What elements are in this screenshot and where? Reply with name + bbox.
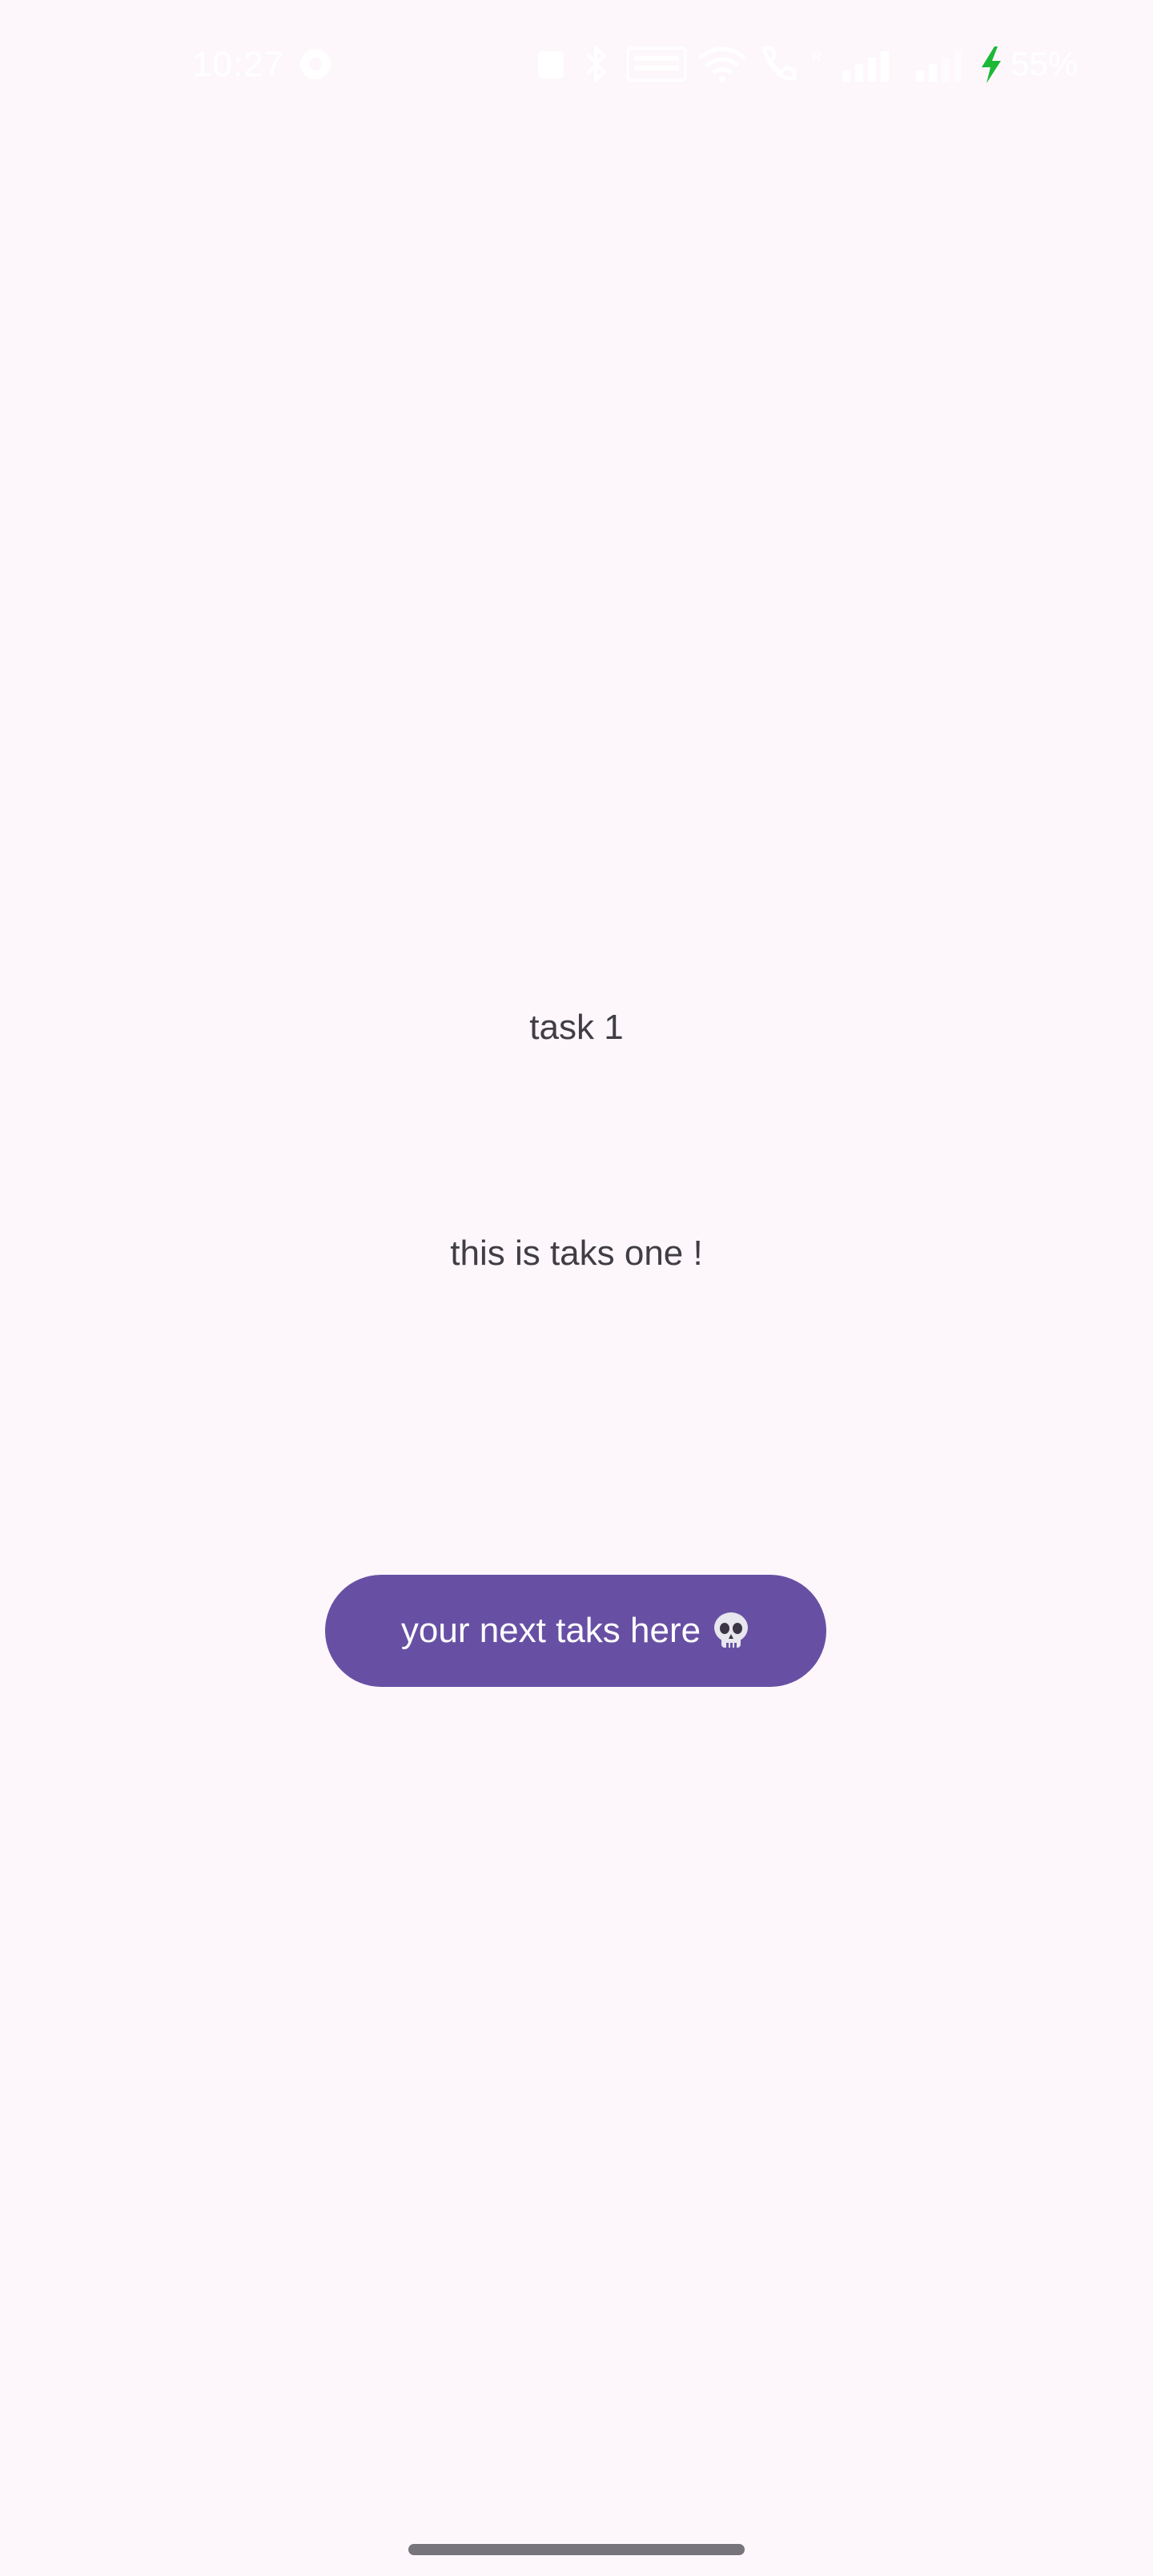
battery-charging-icon	[982, 46, 1001, 83]
next-task-button[interactable]: your next taks here	[325, 1575, 826, 1687]
call-icon	[761, 46, 796, 81]
next-task-button-label: your next taks here	[400, 1611, 701, 1650]
signal-icon	[916, 51, 961, 82]
volte-icon	[626, 46, 687, 82]
skull-icon	[714, 1612, 749, 1648]
task-description: this is taks one !	[450, 1234, 703, 1273]
status-bar: 10:27 R 55%	[0, 0, 1153, 136]
signal-icon: R	[812, 50, 889, 82]
task-title: task 1	[529, 1008, 624, 1047]
notification-icon	[300, 49, 331, 79]
alarm-icon	[538, 51, 564, 78]
gesture-bar[interactable]	[408, 2544, 745, 2555]
battery-percent: 55%	[1010, 45, 1079, 83]
svg-text:R: R	[812, 50, 822, 64]
bluetooth-icon	[586, 45, 606, 83]
wifi-icon	[698, 46, 746, 83]
status-time: 10:27	[192, 45, 285, 84]
